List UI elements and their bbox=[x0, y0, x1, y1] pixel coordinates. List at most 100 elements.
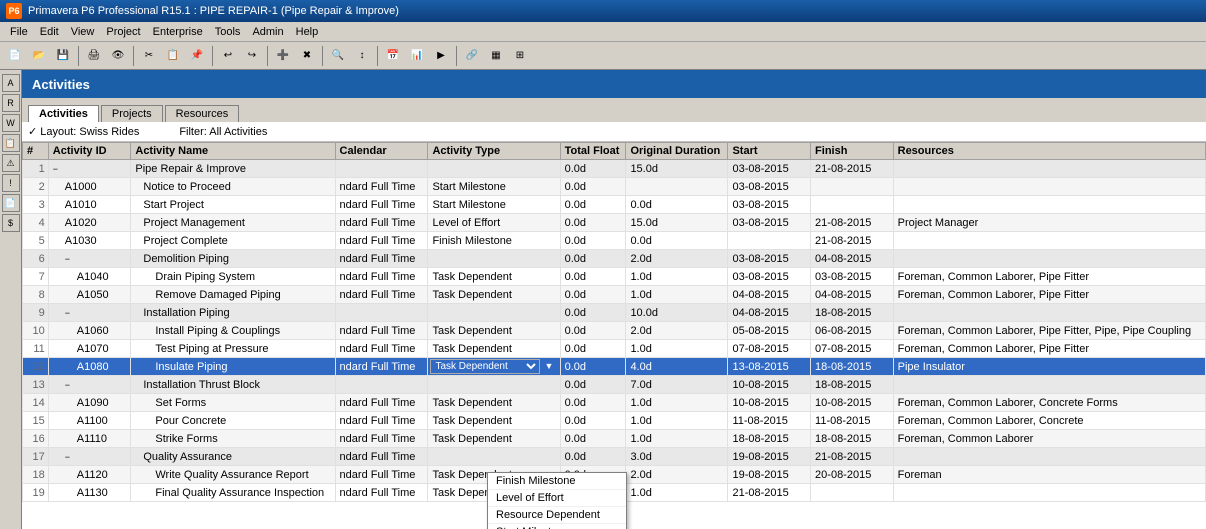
col-activity-type[interactable]: Activity Type bbox=[428, 143, 560, 160]
activity-name[interactable]: Installation Piping bbox=[131, 304, 335, 322]
col-calendar[interactable]: Calendar bbox=[335, 143, 428, 160]
table-row[interactable]: 5 A1030 Project Complete ndard Full Time… bbox=[23, 232, 1206, 250]
activity-id[interactable]: A1110 bbox=[48, 430, 131, 448]
activity-name[interactable]: Test Piping at Pressure bbox=[131, 340, 335, 358]
col-orig-duration[interactable]: Original Duration bbox=[626, 143, 728, 160]
activity-name[interactable]: Drain Piping System bbox=[131, 268, 335, 286]
toolbar-paste[interactable]: 📌 bbox=[186, 45, 208, 67]
toolbar-save[interactable]: 💾 bbox=[52, 45, 74, 67]
activity-type-dropdown[interactable]: Finish MilestoneLevel of EffortResource … bbox=[487, 472, 627, 529]
activity-name[interactable]: Pipe Repair & Improve bbox=[131, 160, 335, 178]
activity-type-cell[interactable]: Task Dependent ▼ bbox=[428, 358, 560, 376]
activity-name[interactable]: Strike Forms bbox=[131, 430, 335, 448]
activity-id[interactable]: A1040 bbox=[48, 268, 131, 286]
toolbar-cut[interactable]: ✂ bbox=[138, 45, 160, 67]
sidebar-resources[interactable]: R bbox=[2, 94, 20, 112]
table-row[interactable]: 4 A1020 Project Management ndard Full Ti… bbox=[23, 214, 1206, 232]
activity-name[interactable]: Notice to Proceed bbox=[131, 178, 335, 196]
activity-name[interactable]: Project Complete bbox=[131, 232, 335, 250]
activity-name[interactable]: Install Piping & Couplings bbox=[131, 322, 335, 340]
toolbar-preview[interactable]: 👁 bbox=[107, 45, 129, 67]
activity-name[interactable]: Quality Assurance bbox=[131, 448, 335, 466]
activity-name[interactable]: Insulate Piping bbox=[131, 358, 335, 376]
activity-id[interactable]: − bbox=[48, 160, 131, 178]
activity-id[interactable]: A1000 bbox=[48, 178, 131, 196]
activity-id[interactable]: − bbox=[48, 448, 131, 466]
table-row[interactable]: 14 A1090 Set Forms ndard Full Time Task … bbox=[23, 394, 1206, 412]
activity-id[interactable]: A1100 bbox=[48, 412, 131, 430]
activity-name[interactable]: Start Project bbox=[131, 196, 335, 214]
table-row[interactable]: 2 A1000 Notice to Proceed ndard Full Tim… bbox=[23, 178, 1206, 196]
dropdown-item[interactable]: Level of Effort bbox=[488, 490, 626, 507]
toolbar-layout[interactable]: ⊞ bbox=[509, 45, 531, 67]
activity-id[interactable]: − bbox=[48, 250, 131, 268]
table-row[interactable]: 13 − Installation Thrust Block 0.0d 7.0d… bbox=[23, 376, 1206, 394]
activity-name[interactable]: Project Management bbox=[131, 214, 335, 232]
table-row[interactable]: 16 A1110 Strike Forms ndard Full Time Ta… bbox=[23, 430, 1206, 448]
toolbar-open[interactable]: 📂 bbox=[28, 45, 50, 67]
tab-activities[interactable]: Activities bbox=[28, 105, 99, 122]
dropdown-item[interactable]: Finish Milestone bbox=[488, 473, 626, 490]
toolbar-progress[interactable]: ▶ bbox=[430, 45, 452, 67]
table-container[interactable]: # Activity ID Activity Name Calendar Act… bbox=[22, 142, 1206, 529]
toolbar-add[interactable]: ➕ bbox=[272, 45, 294, 67]
activity-id[interactable]: A1030 bbox=[48, 232, 131, 250]
activity-id[interactable]: A1020 bbox=[48, 214, 131, 232]
dropdown-item[interactable]: Start Milestone bbox=[488, 524, 626, 529]
col-activity-id[interactable]: Activity ID bbox=[48, 143, 131, 160]
activity-id[interactable]: A1060 bbox=[48, 322, 131, 340]
toolbar-filter[interactable]: 🔍 bbox=[327, 45, 349, 67]
menu-edit[interactable]: Edit bbox=[34, 24, 65, 40]
table-row[interactable]: 7 A1040 Drain Piping System ndard Full T… bbox=[23, 268, 1206, 286]
toolbar-print[interactable]: 🖨 bbox=[83, 45, 105, 67]
activity-id[interactable]: − bbox=[48, 304, 131, 322]
menu-project[interactable]: Project bbox=[100, 24, 146, 40]
activity-name[interactable]: Final Quality Assurance Inspection bbox=[131, 484, 335, 502]
col-resources[interactable]: Resources bbox=[893, 143, 1205, 160]
toolbar-columns[interactable]: ▦ bbox=[485, 45, 507, 67]
activity-id[interactable]: − bbox=[48, 376, 131, 394]
tab-projects[interactable]: Projects bbox=[101, 105, 163, 122]
sidebar-reports[interactable]: 📋 bbox=[2, 134, 20, 152]
toolbar-level[interactable]: 📊 bbox=[406, 45, 428, 67]
table-row[interactable]: 15 A1100 Pour Concrete ndard Full Time T… bbox=[23, 412, 1206, 430]
activity-name[interactable]: Set Forms bbox=[131, 394, 335, 412]
table-row[interactable]: 17 − Quality Assurance ndard Full Time 0… bbox=[23, 448, 1206, 466]
toolbar-schedule[interactable]: 📅 bbox=[382, 45, 404, 67]
table-row[interactable]: 3 A1010 Start Project ndard Full Time St… bbox=[23, 196, 1206, 214]
menu-file[interactable]: File bbox=[4, 24, 34, 40]
toolbar-sort[interactable]: ↕ bbox=[351, 45, 373, 67]
sidebar-wbs[interactable]: W bbox=[2, 114, 20, 132]
table-row[interactable]: 12 A1080 Insulate Piping ndard Full Time… bbox=[23, 358, 1206, 376]
activity-name[interactable]: Write Quality Assurance Report bbox=[131, 466, 335, 484]
table-row[interactable]: 10 A1060 Install Piping & Couplings ndar… bbox=[23, 322, 1206, 340]
table-row[interactable]: 1 − Pipe Repair & Improve 0.0d 15.0d 03-… bbox=[23, 160, 1206, 178]
dropdown-item[interactable]: Resource Dependent bbox=[488, 507, 626, 524]
activity-name[interactable]: Installation Thrust Block bbox=[131, 376, 335, 394]
menu-tools[interactable]: Tools bbox=[209, 24, 247, 40]
table-row[interactable]: 8 A1050 Remove Damaged Piping ndard Full… bbox=[23, 286, 1206, 304]
activity-name[interactable]: Demolition Piping bbox=[131, 250, 335, 268]
activity-name[interactable]: Remove Damaged Piping bbox=[131, 286, 335, 304]
activity-id[interactable]: A1050 bbox=[48, 286, 131, 304]
sidebar-docs[interactable]: 📄 bbox=[2, 194, 20, 212]
sidebar-issues[interactable]: ! bbox=[2, 174, 20, 192]
col-start[interactable]: Start bbox=[728, 143, 811, 160]
toolbar-delete[interactable]: ✖ bbox=[296, 45, 318, 67]
menu-enterprise[interactable]: Enterprise bbox=[147, 24, 209, 40]
activity-id[interactable]: A1120 bbox=[48, 466, 131, 484]
toolbar-new[interactable]: 📄 bbox=[4, 45, 26, 67]
sidebar-expenses[interactable]: $ bbox=[2, 214, 20, 232]
activity-type-select[interactable]: Task Dependent bbox=[430, 359, 540, 374]
menu-help[interactable]: Help bbox=[290, 24, 325, 40]
menu-view[interactable]: View bbox=[65, 24, 101, 40]
activity-id[interactable]: A1080 bbox=[48, 358, 131, 376]
activity-id[interactable]: A1010 bbox=[48, 196, 131, 214]
menu-admin[interactable]: Admin bbox=[246, 24, 289, 40]
col-activity-name[interactable]: Activity Name bbox=[131, 143, 335, 160]
toolbar-link[interactable]: 🔗 bbox=[461, 45, 483, 67]
activity-id[interactable]: A1090 bbox=[48, 394, 131, 412]
toolbar-redo[interactable]: ↪ bbox=[241, 45, 263, 67]
activity-id[interactable]: A1130 bbox=[48, 484, 131, 502]
toolbar-copy[interactable]: 📋 bbox=[162, 45, 184, 67]
